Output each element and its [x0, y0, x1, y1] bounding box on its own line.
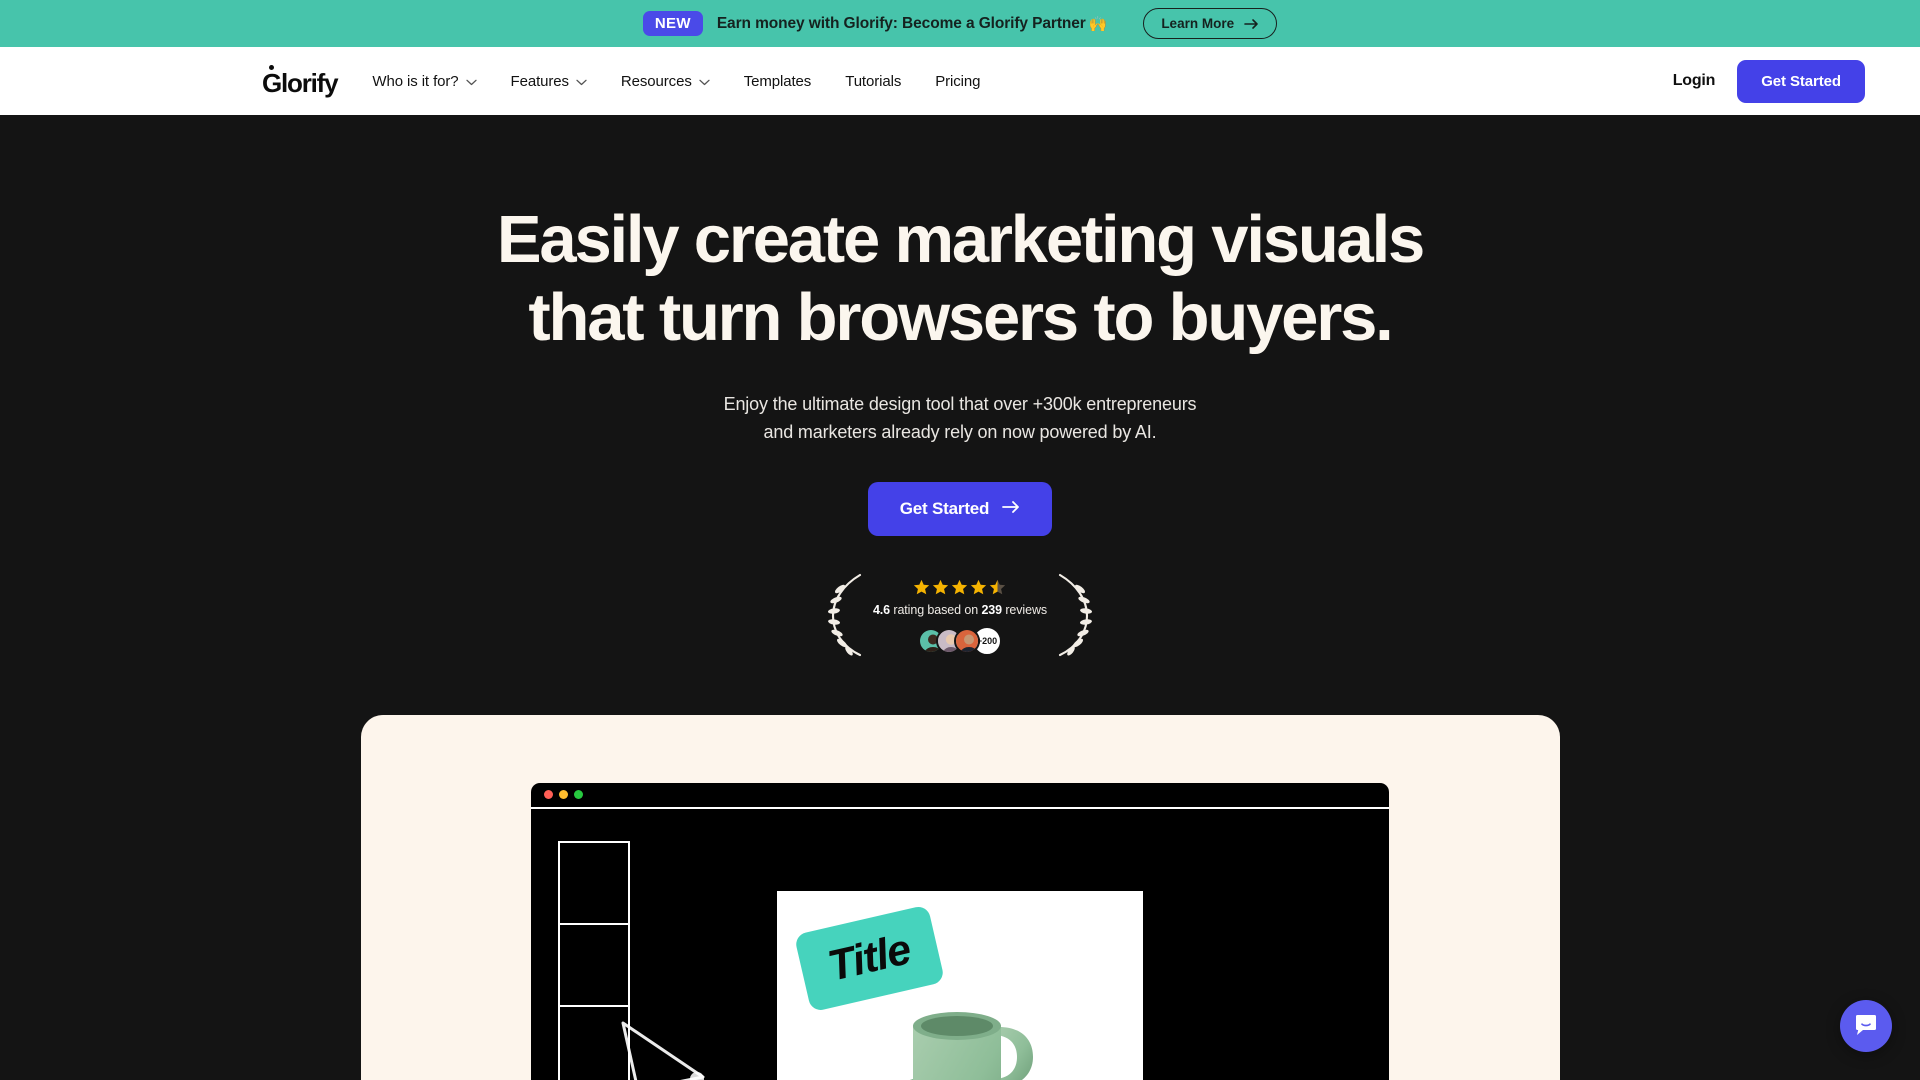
- get-started-hero-button[interactable]: Get Started: [867, 481, 1053, 536]
- nav-item-label: Tutorials: [845, 72, 902, 90]
- logo-dot-icon: [269, 65, 274, 70]
- nav-item-label: Resources: [620, 72, 692, 90]
- window-minimize-dot: [559, 790, 568, 800]
- rating-text-after: reviews: [1002, 602, 1048, 617]
- page-title: Easily create marketing visuals that tur…: [410, 201, 1510, 358]
- window-close-dot: [544, 790, 553, 800]
- nav-item-templates[interactable]: Templates: [743, 72, 812, 90]
- nav-item-features[interactable]: Features: [511, 73, 587, 90]
- nav-item-label: Pricing: [935, 72, 981, 90]
- editor-canvas: Title: [777, 890, 1143, 1080]
- learn-more-label: Learn More: [1161, 16, 1235, 31]
- chevron-down-icon: [465, 73, 477, 90]
- nav-links: Who is it for? Features Resources Templa…: [372, 73, 980, 90]
- subtitle-line-1: Enjoy the ultimate design tool that over…: [723, 393, 1197, 414]
- chevron-down-icon: [576, 73, 587, 90]
- star-icon: [914, 579, 930, 594]
- cursor-pointer-icon: [617, 1019, 709, 1080]
- nav-item-label: Features: [510, 72, 570, 90]
- sidebar-cell: [560, 843, 628, 925]
- rating-text: 4.6 rating based on 239 reviews: [873, 603, 1047, 617]
- announcement-banner: NEW Earn money with Glorify: Become a Gl…: [0, 0, 1920, 47]
- raising-hands-emoji: 🙌: [1088, 15, 1108, 33]
- app-titlebar: [531, 783, 1389, 809]
- glorify-logo[interactable]: Glorify: [262, 65, 339, 98]
- get-started-nav-button[interactable]: Get Started: [1737, 59, 1865, 103]
- subtitle-line-2: and marketers already rely on now powere…: [763, 422, 1157, 443]
- nav-item-who-is-it-for[interactable]: Who is it for?: [372, 72, 477, 90]
- arrow-right-icon: [1002, 499, 1020, 519]
- nav-item-pricing[interactable]: Pricing: [935, 73, 980, 90]
- star-icon: [933, 579, 949, 594]
- get-started-hero-label: Get Started: [899, 498, 990, 518]
- app-window-mockup: Title: [531, 782, 1389, 1080]
- nav-item-tutorials[interactable]: Tutorials: [845, 73, 901, 90]
- nav-item-resources[interactable]: Resources: [621, 73, 710, 90]
- rating-badge: 4.6 rating based on 239 reviews +200: [0, 572, 1920, 663]
- app-body: Title: [531, 809, 1389, 1080]
- reviews-count: 239: [981, 602, 1002, 617]
- headline-line-1: Easily create marketing visuals: [496, 202, 1425, 277]
- logo-text: Glorify: [262, 68, 339, 98]
- arrow-right-icon: [1244, 18, 1259, 30]
- star-rating: [913, 579, 1006, 596]
- hero-subtitle: Enjoy the ultimate design tool that over…: [0, 390, 1920, 447]
- chat-bubble-icon: [1853, 1012, 1879, 1041]
- chevron-down-icon: [699, 73, 710, 90]
- product-showcase: Title: [360, 714, 1560, 1080]
- window-maximize-dot: [574, 790, 583, 800]
- hero-section: Easily create marketing visuals that tur…: [0, 115, 1920, 1080]
- headline-line-2: that turn browsers to buyers.: [528, 280, 1393, 356]
- rating-content: 4.6 rating based on 239 reviews +200: [873, 579, 1047, 656]
- star-icon: [952, 579, 968, 594]
- star-icon: [971, 579, 987, 594]
- reviewer-avatars: +200: [917, 625, 1002, 656]
- rating-text-middle: rating based on: [890, 602, 982, 617]
- login-link[interactable]: Login: [1673, 72, 1716, 90]
- learn-more-button[interactable]: Learn More: [1143, 8, 1278, 39]
- sidebar-cell: [560, 925, 628, 1007]
- rating-score: 4.6: [872, 602, 891, 617]
- chat-launcher-button[interactable]: [1840, 1000, 1892, 1052]
- banner-message: Earn money with Glorify: Become a Glorif…: [717, 15, 1108, 33]
- nav-item-label: Who is it for?: [372, 72, 459, 90]
- new-badge: NEW: [642, 11, 703, 36]
- main-navigation: Glorify Who is it for? Features Resource…: [0, 47, 1920, 115]
- nav-item-label: Templates: [743, 72, 812, 90]
- dinosaur-mug-image: [908, 1011, 1033, 1080]
- banner-message-text: Earn money with Glorify: Become a Glorif…: [716, 14, 1086, 32]
- nav-actions: Login Get Started: [1673, 59, 1865, 103]
- star-half-icon: [990, 579, 1006, 594]
- laurel-left-icon: [827, 572, 863, 663]
- laurel-right-icon: [1057, 572, 1093, 663]
- avatar: [953, 627, 980, 654]
